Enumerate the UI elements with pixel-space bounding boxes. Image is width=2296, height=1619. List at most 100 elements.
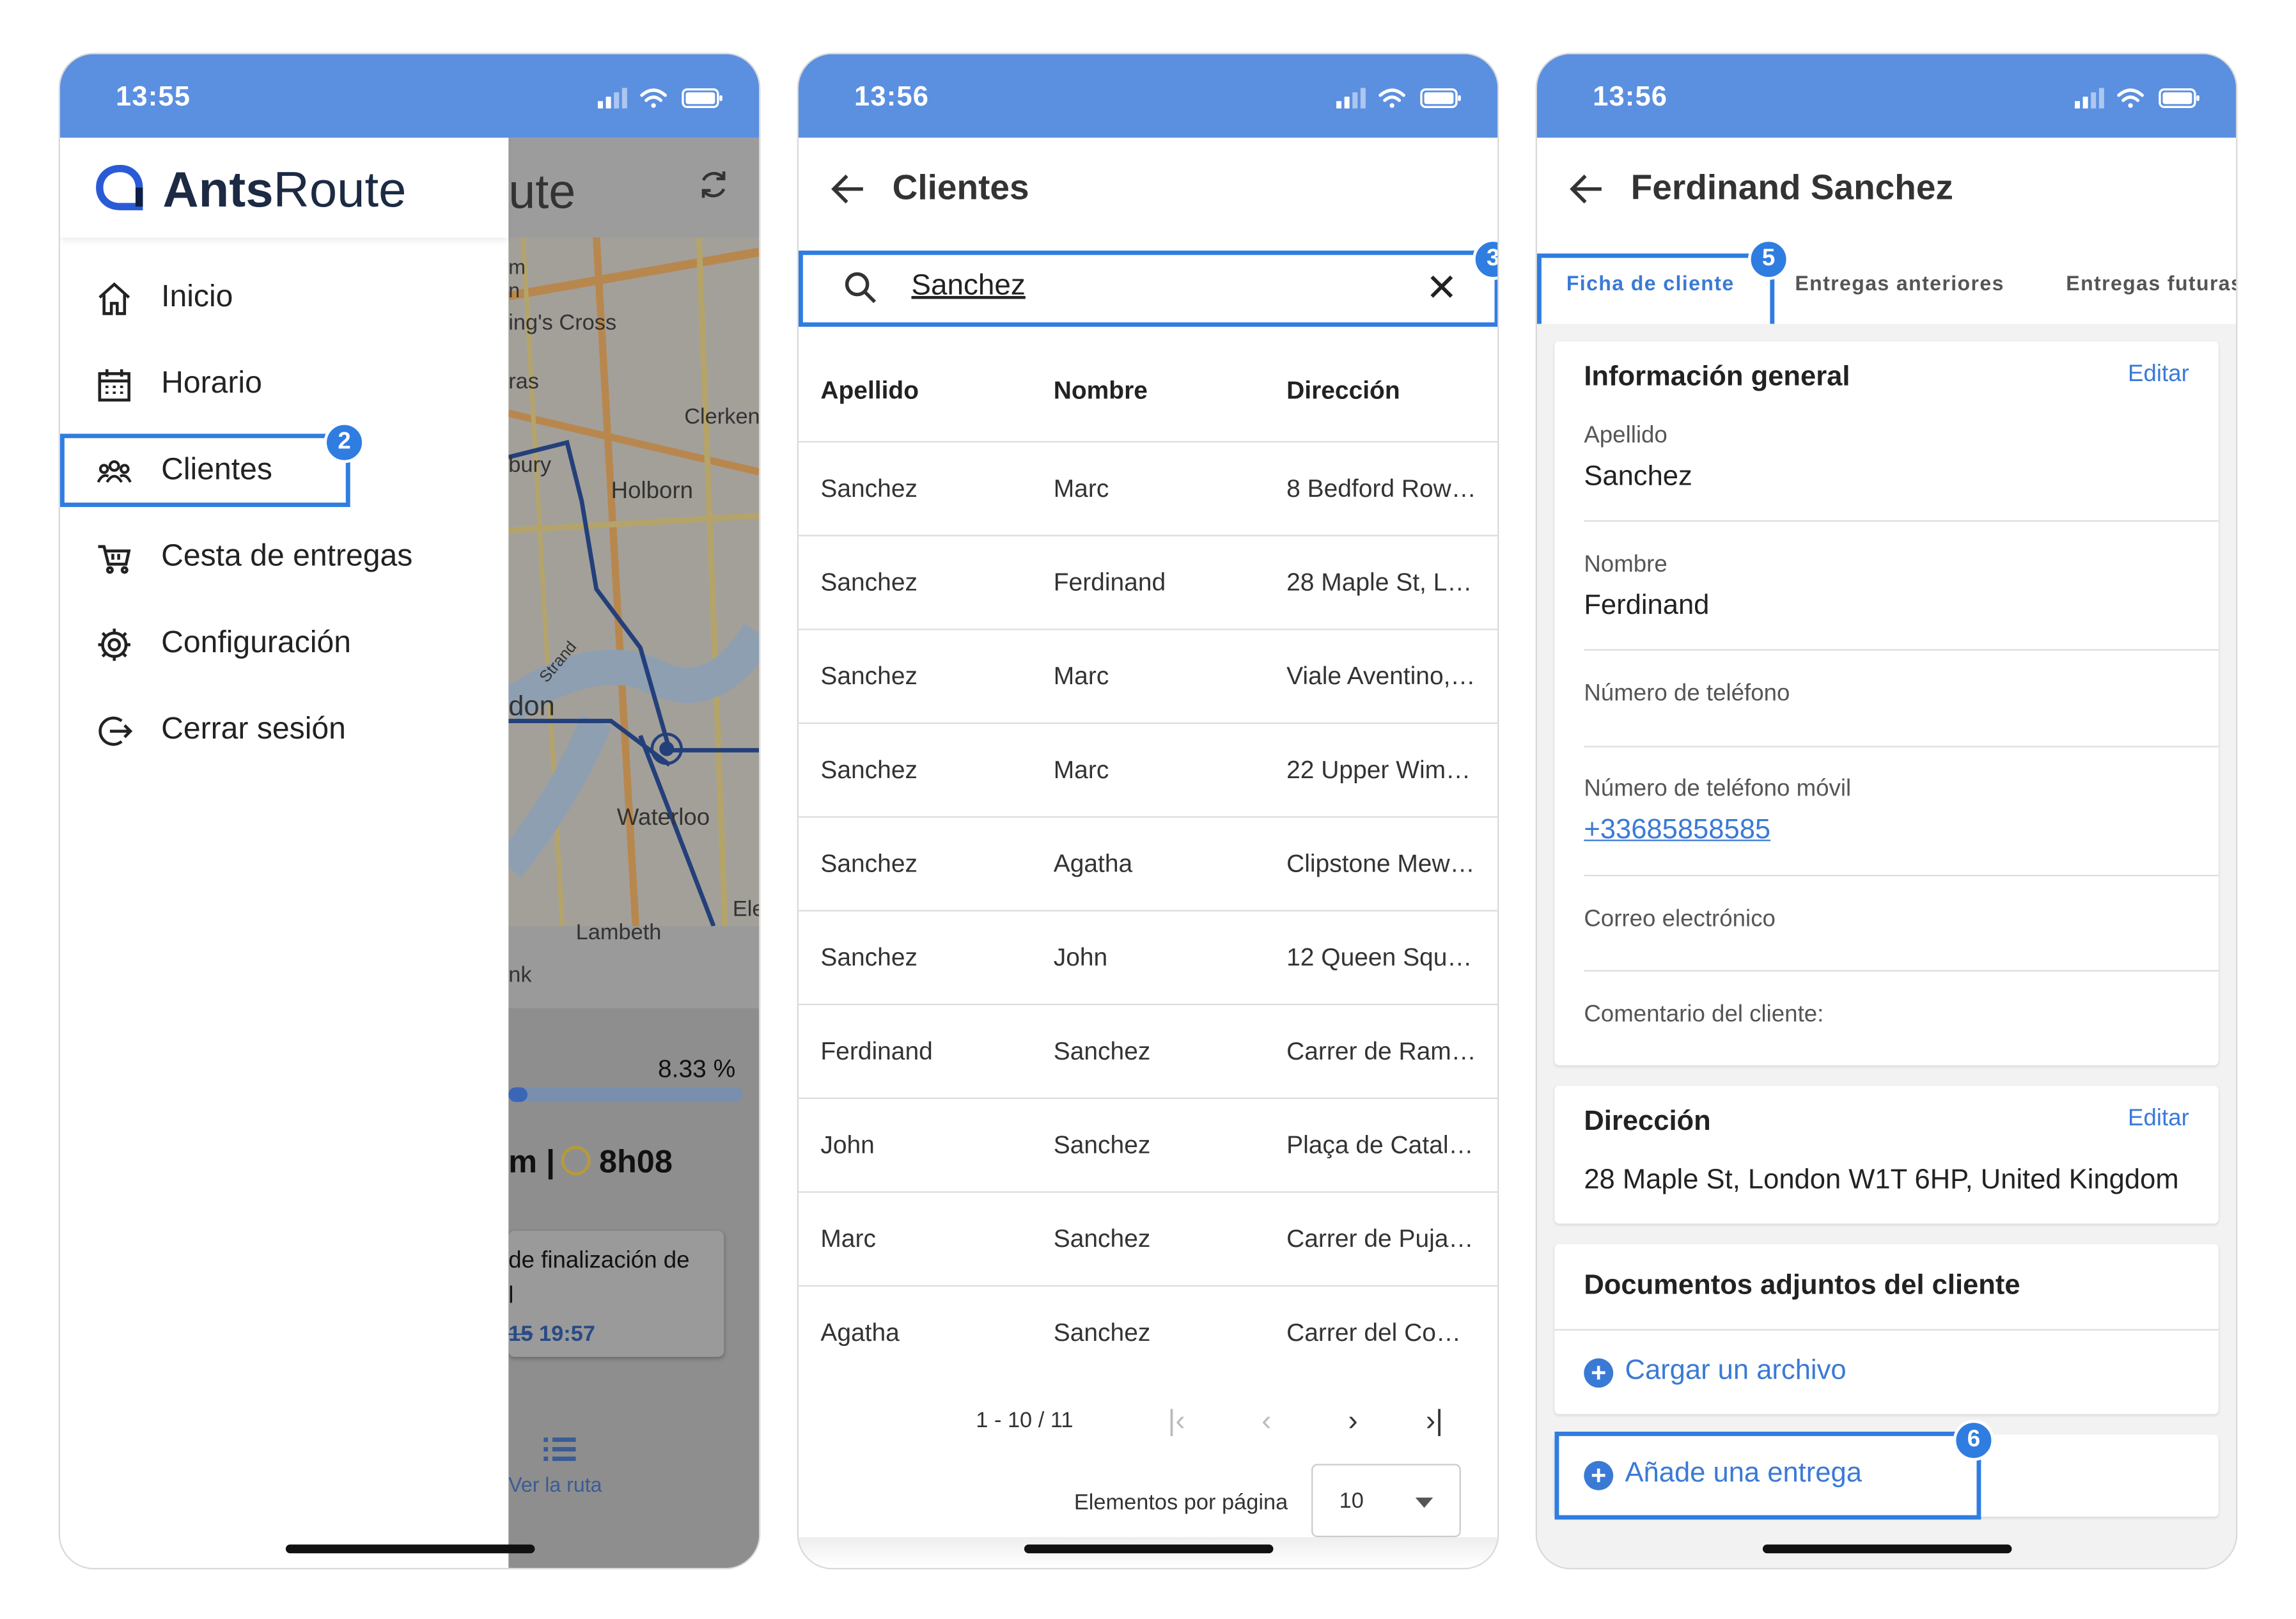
menu-item-cesta-de-entregas[interactable]: Cesta de entregas bbox=[60, 520, 508, 594]
map-label: ing's Cross bbox=[508, 310, 617, 336]
next-page-icon[interactable]: › bbox=[1348, 1405, 1357, 1439]
route-stats: m | 8h08 bbox=[508, 1143, 673, 1182]
menu-item-configuracion[interactable]: Configuración bbox=[60, 607, 508, 680]
cell-apellido: Marc bbox=[820, 1224, 876, 1253]
divider bbox=[1584, 649, 2219, 651]
table-row[interactable]: Sanchez John 12 Queen Squ… bbox=[798, 911, 1498, 1006]
cell-nombre: John bbox=[1053, 942, 1108, 971]
table-row[interactable]: Marc Sanchez Carrer de Puja… bbox=[798, 1193, 1498, 1287]
highlight-tab bbox=[1536, 253, 1775, 330]
status-icons bbox=[1336, 86, 1462, 117]
edit-address-button[interactable]: Editar bbox=[2128, 1106, 2189, 1132]
cell-apellido: Ferdinand bbox=[820, 1036, 933, 1065]
cell-direccion: 8 Bedford Row… bbox=[1286, 474, 1476, 502]
cell-apellido: Sanchez bbox=[820, 661, 918, 690]
field-label: Correo electrónico bbox=[1584, 907, 1776, 932]
list-icon bbox=[543, 1436, 655, 1467]
home-icon bbox=[95, 280, 134, 318]
finish-card-time: 15 19:57 bbox=[508, 1322, 595, 1347]
refresh-icon[interactable] bbox=[696, 167, 731, 209]
table-row[interactable]: Agatha Sanchez Carrer del Co… bbox=[799, 1287, 1497, 1379]
column-header-direccion[interactable]: Dirección bbox=[1286, 377, 1477, 406]
ver-ruta-button[interactable]: Ver la ruta bbox=[508, 1436, 655, 1496]
menu-item-inicio[interactable]: Inicio bbox=[60, 261, 508, 334]
menu-item-cerrar-sesion[interactable]: Cerrar sesión bbox=[60, 693, 508, 767]
logo-text-rest: Route bbox=[273, 162, 407, 219]
status-time: 13:56 bbox=[854, 82, 930, 113]
menu-item-horario[interactable]: Horario bbox=[60, 347, 508, 421]
column-header-apellido[interactable]: Apellido bbox=[820, 377, 1040, 406]
menu-label: Configuración bbox=[161, 625, 352, 660]
status-bar: 13:56 bbox=[798, 54, 1498, 138]
status-bar: 13:55 bbox=[59, 54, 760, 138]
tab-entregas-anteriores[interactable]: Entregas anteriores bbox=[1795, 271, 2004, 295]
duration-value: 8h08 bbox=[598, 1143, 673, 1180]
plus-icon: + bbox=[1584, 1358, 1614, 1388]
route-summary-panel: 8.33 % m | 8h08 de finalización de l 15 1… bbox=[508, 1008, 760, 1568]
finish-card-line2: l bbox=[508, 1283, 514, 1309]
edit-general-button[interactable]: Editar bbox=[2128, 362, 2189, 388]
finish-card-old-time: 15 bbox=[508, 1322, 533, 1347]
table-row[interactable]: Sanchez Marc Viale Aventino,… bbox=[798, 630, 1498, 724]
prev-page-icon[interactable]: ‹ bbox=[1261, 1405, 1271, 1439]
items-per-page-value: 10 bbox=[1339, 1489, 1364, 1514]
status-icons bbox=[2075, 86, 2201, 117]
map-label: nk bbox=[508, 962, 532, 988]
address-title: Dirección bbox=[1584, 1106, 1711, 1138]
cell-nombre: Sanchez bbox=[1053, 1224, 1151, 1253]
table-row[interactable]: Sanchez Ferdinand 28 Maple St, L… bbox=[798, 536, 1498, 630]
cell-nombre: Sanchez bbox=[1053, 1130, 1151, 1159]
field-label: Comentario del cliente: bbox=[1584, 1002, 1824, 1028]
route-map[interactable] bbox=[508, 237, 760, 1007]
highlight-search bbox=[798, 250, 1498, 327]
wifi-icon bbox=[1378, 88, 1405, 108]
cell-nombre: Agatha bbox=[1053, 849, 1133, 877]
first-page-icon[interactable]: |‹ bbox=[1168, 1405, 1185, 1439]
field-label: Número de teléfono bbox=[1584, 681, 1790, 707]
status-time: 13:56 bbox=[1593, 82, 1668, 113]
signal-icon bbox=[598, 88, 627, 109]
logout-icon bbox=[95, 712, 134, 751]
upload-file-button[interactable]: + Cargar un archivo bbox=[1584, 1356, 1847, 1388]
divider bbox=[1554, 1329, 2219, 1331]
progress-bar-fill bbox=[508, 1087, 528, 1102]
finish-time-card[interactable]: de finalización de l 15 19:57 bbox=[508, 1231, 724, 1357]
cell-apellido: Sanchez bbox=[820, 849, 918, 877]
table-row[interactable]: Ferdinand Sanchez Carrer de Ram… bbox=[798, 1005, 1498, 1099]
back-arrow-icon[interactable] bbox=[1569, 173, 1604, 212]
field-value: Ferdinand bbox=[1584, 590, 1710, 622]
divider bbox=[1584, 875, 2219, 877]
gear-icon bbox=[95, 626, 134, 664]
table-row[interactable]: John Sanchez Plaça de Catal… bbox=[798, 1099, 1498, 1193]
battery-icon bbox=[682, 88, 722, 109]
antsroute-logo-icon bbox=[95, 164, 145, 219]
map-label: Clerken bbox=[684, 404, 760, 430]
pagination: 1 - 10 / 11 |‹ ‹ › ›| bbox=[799, 1402, 1497, 1446]
step-badge-6: 6 bbox=[1953, 1420, 1995, 1461]
map-label: don bbox=[508, 691, 555, 723]
last-page-icon[interactable]: ›| bbox=[1426, 1405, 1443, 1439]
signal-icon bbox=[2075, 88, 2104, 109]
map-label: n bbox=[508, 278, 520, 302]
progress-bar bbox=[508, 1087, 743, 1102]
map-label: ras bbox=[508, 369, 539, 395]
mobile-phone-link[interactable]: +33685858585 bbox=[1584, 815, 2218, 847]
phone-client-detail-screen: 13:56 Ferdinand Sanchez Ficha de cliente… bbox=[1535, 52, 2238, 1570]
pagination-range: 1 - 10 / 11 bbox=[976, 1408, 1074, 1434]
clock-icon bbox=[561, 1146, 591, 1175]
cell-direccion: Carrer del Co… bbox=[1286, 1318, 1461, 1346]
menu-label: Cesta de entregas bbox=[161, 539, 413, 574]
back-arrow-icon[interactable] bbox=[831, 173, 866, 212]
phone-menu-screen: 13:55 ute ing's Cross Clerken Holborn ra… bbox=[58, 52, 761, 1570]
battery-icon bbox=[2159, 88, 2199, 109]
table-row[interactable]: Sanchez Agatha Clipstone Mew… bbox=[798, 818, 1498, 912]
table-row[interactable]: Sanchez Marc 8 Bedford Row… bbox=[798, 442, 1498, 536]
cell-nombre: Ferdinand bbox=[1053, 568, 1166, 596]
field-comentario: Comentario del cliente: bbox=[1584, 1003, 2218, 1029]
highlight-clientes bbox=[59, 434, 350, 507]
tab-entregas-futuras[interactable]: Entregas futuras bbox=[2066, 271, 2236, 295]
map-screen-title: ute bbox=[508, 164, 576, 219]
table-row[interactable]: Sanchez Marc 22 Upper Wim… bbox=[798, 724, 1498, 818]
items-per-page-select[interactable]: 10 bbox=[1311, 1464, 1461, 1537]
column-header-nombre[interactable]: Nombre bbox=[1054, 377, 1274, 406]
